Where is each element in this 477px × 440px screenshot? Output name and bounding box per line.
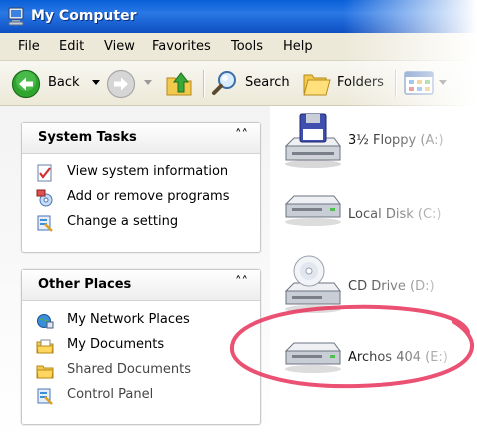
- system-tasks-panel: System Tasks ˄˄ View system information: [21, 122, 261, 253]
- folders-button[interactable]: Folders: [300, 61, 390, 105]
- task-view-system-info[interactable]: View system information: [36, 163, 256, 183]
- task-change-setting[interactable]: Change a setting: [36, 213, 256, 233]
- drive-label: 3½ Floppy (A:): [348, 133, 444, 148]
- task-label: Change a setting: [67, 214, 179, 229]
- views-dropdown-icon[interactable]: [439, 80, 447, 86]
- up-folder-icon: [166, 72, 192, 96]
- control-panel-icon: [37, 388, 53, 405]
- control-panel-icon: [37, 215, 53, 232]
- highlight-ellipse: [229, 304, 474, 389]
- menu-favorites[interactable]: Favorites: [152, 39, 211, 54]
- forward-arrow-icon: [106, 69, 136, 99]
- search-button[interactable]: Search: [209, 61, 293, 105]
- place-label: My Network Places: [67, 312, 190, 327]
- drive-label: CD Drive (D:): [348, 279, 435, 294]
- system-tasks-title: System Tasks: [38, 130, 137, 145]
- back-dropdown-icon[interactable]: [92, 80, 100, 86]
- search-label: Search: [245, 75, 290, 90]
- task-label: View system information: [67, 164, 229, 179]
- up-folder-button[interactable]: [160, 61, 196, 105]
- forward-dropdown-icon[interactable]: [144, 80, 152, 86]
- menu-bar: File Edit View Favorites Tools Help: [0, 33, 477, 61]
- collapse-chevron-icon[interactable]: ˄˄: [235, 275, 248, 290]
- menu-file[interactable]: File: [18, 39, 40, 54]
- my-computer-icon: [8, 7, 24, 26]
- folders-label: Folders: [337, 75, 384, 90]
- window-title: My Computer: [31, 8, 137, 24]
- folders-icon: [303, 74, 331, 96]
- back-arrow-icon: [11, 69, 41, 99]
- back-button[interactable]: Back: [8, 61, 100, 105]
- task-label: Add or remove programs: [67, 189, 230, 204]
- place-label: Control Panel: [67, 387, 154, 402]
- place-label: Shared Documents: [67, 362, 192, 377]
- system-info-icon: [37, 164, 52, 182]
- views-icon: [404, 71, 434, 95]
- menu-view[interactable]: View: [104, 39, 135, 54]
- other-places-panel: Other Places ˄˄ My Network Places My Doc…: [21, 269, 261, 425]
- views-button[interactable]: [402, 61, 452, 105]
- toolbar-separator: [203, 70, 205, 97]
- back-label: Back: [48, 75, 80, 90]
- other-places-header[interactable]: Other Places ˄˄: [22, 270, 260, 301]
- hard-disk-icon: [284, 195, 341, 226]
- shared-documents-icon: [36, 365, 54, 379]
- system-tasks-header[interactable]: System Tasks ˄˄: [22, 123, 260, 154]
- forward-button[interactable]: [104, 61, 154, 105]
- toolbar: Back Search Folders: [0, 61, 477, 106]
- place-label: My Documents: [67, 337, 165, 352]
- collapse-chevron-icon[interactable]: ˄˄: [235, 128, 248, 143]
- place-control-panel[interactable]: Control Panel: [36, 386, 256, 406]
- drive-local-disk-c[interactable]: Local Disk (C:): [282, 188, 472, 248]
- my-documents-icon: [36, 339, 54, 354]
- add-remove-programs-icon: [36, 189, 53, 207]
- drive-floppy-a[interactable]: 3½ Floppy (A:): [282, 112, 472, 172]
- drive-label: Local Disk (C:): [348, 207, 442, 222]
- menu-edit[interactable]: Edit: [59, 39, 84, 54]
- menu-help[interactable]: Help: [283, 39, 313, 54]
- place-my-network-places[interactable]: My Network Places: [36, 311, 256, 331]
- toolbar-separator: [395, 70, 397, 97]
- place-shared-documents[interactable]: Shared Documents: [36, 361, 256, 381]
- menu-tools[interactable]: Tools: [231, 39, 263, 54]
- place-my-documents[interactable]: My Documents: [36, 336, 256, 356]
- floppy-drive-icon: [284, 113, 341, 168]
- search-icon: [212, 71, 236, 95]
- other-places-title: Other Places: [38, 277, 132, 292]
- network-places-icon: [37, 314, 54, 329]
- task-add-remove-programs[interactable]: Add or remove programs: [36, 188, 256, 208]
- title-bar[interactable]: My Computer: [0, 0, 477, 33]
